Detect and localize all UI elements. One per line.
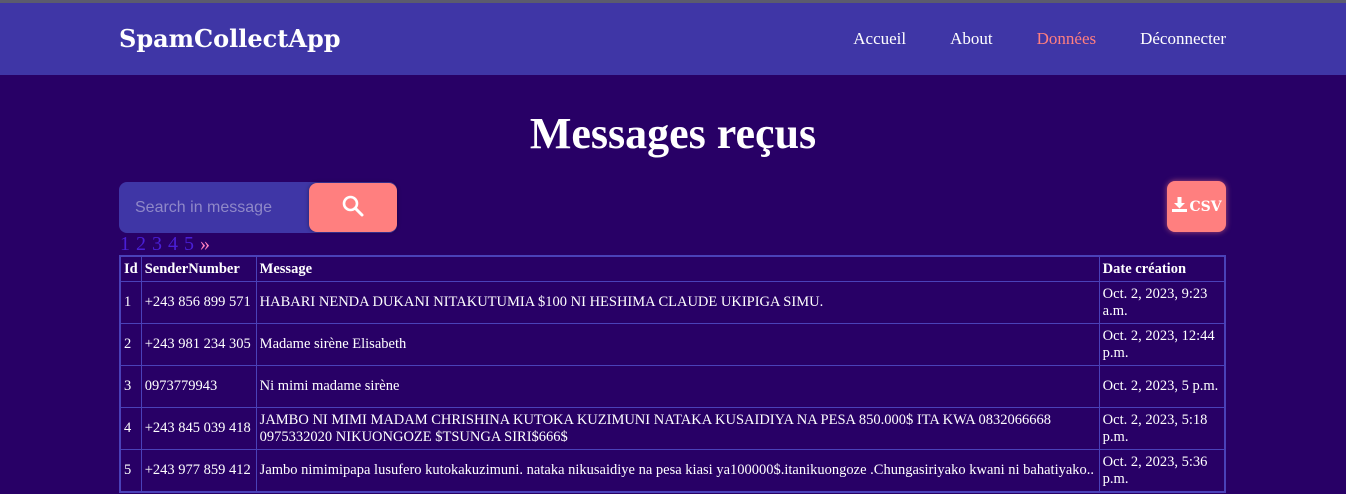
nav-links: Accueil About Données Déconnecter xyxy=(853,29,1226,49)
cell-date: Oct. 2, 2023, 9:23 a.m. xyxy=(1098,281,1226,324)
page-link-2[interactable]: 2 xyxy=(136,233,146,256)
cell-id: 2 xyxy=(119,323,142,366)
brand-logo[interactable]: SpamCollectApp xyxy=(119,24,341,53)
navbar: SpamCollectApp Accueil About Données Déc… xyxy=(0,3,1346,75)
cell-sender: +243 977 859 412 xyxy=(140,449,257,493)
header-message: Message xyxy=(255,255,1100,282)
cell-date: Oct. 2, 2023, 5:36 p.m. xyxy=(1098,449,1226,493)
cell-sender: +243 856 899 571 xyxy=(140,281,257,324)
table-row: 1 +243 856 899 571 HABARI NENDA DUKANI N… xyxy=(119,281,1226,324)
cell-message: Ni mimi madame sirène xyxy=(255,365,1100,408)
header-sender-number: SenderNumber xyxy=(140,255,257,282)
cell-date: Oct. 2, 2023, 5:18 p.m. xyxy=(1098,407,1226,450)
search-input[interactable] xyxy=(127,186,317,229)
cell-date: Oct. 2, 2023, 5 p.m. xyxy=(1098,365,1226,408)
cell-message: JAMBO NI MIMI MADAM CHRISHINA KUTOKA KUZ… xyxy=(255,407,1100,450)
table-row: 2 +243 981 234 305 Madame sirène Elisabe… xyxy=(119,323,1226,366)
csv-label: CSV xyxy=(1189,198,1222,215)
download-icon xyxy=(1171,196,1188,217)
page-link-4[interactable]: 4 xyxy=(168,233,178,256)
header-id: Id xyxy=(119,255,142,282)
cell-id: 3 xyxy=(119,365,142,408)
table-header-row: Id SenderNumber Message Date création xyxy=(119,255,1226,282)
cell-date: Oct. 2, 2023, 12:44 p.m. xyxy=(1098,323,1226,366)
cell-sender: +243 845 039 418 xyxy=(140,407,257,450)
cell-sender: 0973779943 xyxy=(140,365,257,408)
page-link-3[interactable]: 3 xyxy=(152,233,162,256)
page-link-1[interactable]: 1 xyxy=(120,233,130,256)
nav-link-accueil[interactable]: Accueil xyxy=(853,29,906,49)
cell-message: HABARI NENDA DUKANI NITAKUTUMIA $100 NI … xyxy=(255,281,1100,324)
nav-link-deconnecter[interactable]: Déconnecter xyxy=(1140,29,1226,49)
table-row: 3 0973779943 Ni mimi madame sirène Oct. … xyxy=(119,365,1226,408)
search-button[interactable] xyxy=(309,183,397,232)
nav-link-donnees[interactable]: Données xyxy=(1037,29,1096,49)
page-link-5[interactable]: 5 xyxy=(184,233,194,256)
pagination: 1 2 3 4 5 » xyxy=(120,233,210,256)
table-row: 5 +243 977 859 412 Jambo nimimipapa lusu… xyxy=(119,449,1226,493)
cell-id: 5 xyxy=(119,449,142,493)
csv-export-button[interactable]: CSV xyxy=(1167,181,1226,232)
header-date-creation: Date création xyxy=(1098,255,1226,282)
search-form xyxy=(119,182,397,233)
cell-message: Madame sirène Elisabeth xyxy=(255,323,1100,366)
messages-table: Id SenderNumber Message Date création 1 … xyxy=(119,255,1226,493)
cell-id: 4 xyxy=(119,407,142,450)
table-row: 4 +243 845 039 418 JAMBO NI MIMI MADAM C… xyxy=(119,407,1226,450)
search-icon xyxy=(341,194,365,221)
nav-link-about[interactable]: About xyxy=(950,29,993,49)
page-next-link[interactable]: » xyxy=(200,233,210,256)
cell-id: 1 xyxy=(119,281,142,324)
cell-sender: +243 981 234 305 xyxy=(140,323,257,366)
page-title: Messages reçus xyxy=(529,109,817,158)
cell-message: Jambo nimimipapa lusufero kutokakuzimuni… xyxy=(255,449,1100,493)
